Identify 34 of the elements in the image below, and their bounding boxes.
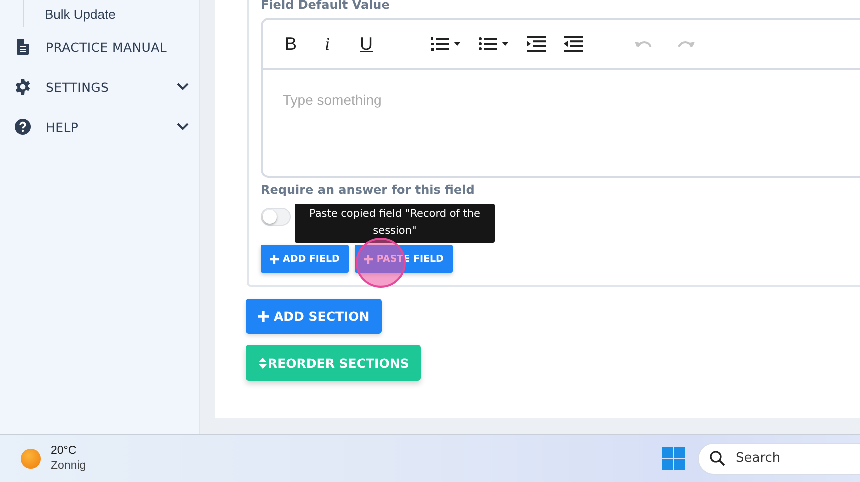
italic-button[interactable]: i bbox=[325, 32, 330, 56]
add-section-button[interactable]: ADD SECTION bbox=[246, 299, 382, 334]
redo-icon bbox=[677, 39, 696, 49]
sidebar-subitem[interactable]: Bulk Update bbox=[45, 7, 116, 22]
sun-icon[interactable] bbox=[21, 448, 41, 468]
temperature: 20°C bbox=[51, 444, 78, 458]
editor-input[interactable]: Type something bbox=[263, 70, 583, 108]
tooltip: Paste copied field "Record of the session" bbox=[295, 204, 495, 243]
underline-button[interactable]: U bbox=[360, 32, 374, 56]
search-icon bbox=[710, 451, 725, 466]
toggle-switch[interactable] bbox=[261, 208, 291, 226]
search-input[interactable]: Search bbox=[734, 450, 858, 467]
undo-icon bbox=[635, 39, 654, 49]
plus-icon bbox=[270, 254, 279, 264]
sidebar-item[interactable]: HELP bbox=[0, 107, 199, 147]
field-label: Require an answer for this field bbox=[261, 183, 475, 197]
numbered-list-icon bbox=[431, 36, 462, 52]
bold-button[interactable]: B bbox=[285, 32, 298, 56]
plus-icon bbox=[258, 311, 269, 322]
indent-icon bbox=[527, 36, 546, 52]
field-label: Field Default Value bbox=[261, 0, 390, 12]
sort-icon bbox=[259, 358, 267, 368]
field-action-button[interactable]: ADD FIELD bbox=[261, 245, 349, 273]
plus-icon bbox=[364, 254, 373, 264]
weather-condition: Zonnig bbox=[51, 458, 86, 474]
windows-logo-icon[interactable] bbox=[662, 447, 685, 470]
document-icon bbox=[17, 39, 29, 55]
bullet-list-icon bbox=[479, 36, 510, 52]
sidebar-item[interactable]: PRACTICE MANUAL bbox=[0, 27, 199, 67]
sidebar-item[interactable]: SETTINGS bbox=[0, 67, 199, 107]
outdent-icon bbox=[564, 36, 584, 52]
search-field[interactable]: Search bbox=[698, 442, 860, 474]
settings-icon bbox=[15, 79, 31, 95]
help-icon bbox=[15, 119, 31, 135]
